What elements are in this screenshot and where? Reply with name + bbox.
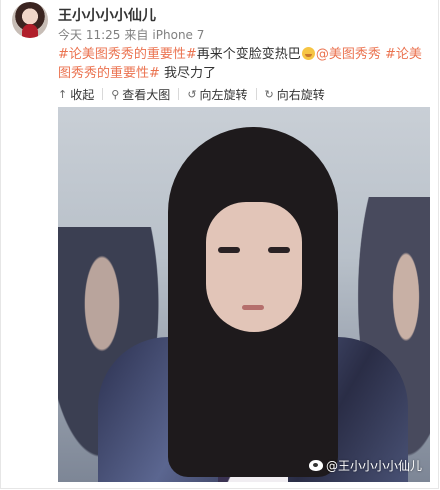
rotate-left-icon: ↺ [187,87,197,101]
face [206,202,302,332]
mention-link[interactable]: @美图秀秀 [316,47,381,62]
source-prefix: 来自 [124,28,149,42]
avatar[interactable] [12,2,48,38]
username[interactable]: 王小小小小仙儿 [58,5,156,25]
topic-link-1[interactable]: #论美图秀秀的重要性# [58,47,197,62]
post-meta: 今天 11:25 来自 iPhone 7 [58,26,208,43]
rotate-left-label: 向左旋转 [199,87,248,102]
rotate-right-icon: ↻ [264,87,274,101]
mouth [242,305,264,310]
collapse-button[interactable]: ↑ 收起 [58,86,94,103]
photo-watermark: @王小小小小仙儿 [308,457,422,474]
view-large-button[interactable]: ⚲ 查看大图 [111,86,170,103]
collapse-label: 收起 [70,87,95,102]
post-time[interactable]: 今天 11:25 [58,28,120,42]
right-eye [268,247,290,253]
view-large-label: 查看大图 [122,87,171,102]
toolbar-divider [102,88,104,100]
toolbar-divider [255,88,257,100]
post-text-part-1: 再来个变脸变热巴 [196,47,301,62]
left-eye [218,247,240,253]
watermark-text: @王小小小小仙儿 [325,459,422,473]
magnifier-icon: ⚲ [111,87,120,101]
up-arrow-icon: ↑ [58,87,68,101]
post-text-part-2: 我尽力了 [159,66,217,81]
rotate-right-label: 向右旋转 [276,87,325,102]
rotate-left-button[interactable]: ↺ 向左旋转 [187,86,247,103]
post-source[interactable]: iPhone 7 [152,28,204,42]
doge-emoji-icon [301,47,315,60]
toolbar-divider [178,88,180,100]
image-toolbar: ↑ 收起 ⚲ 查看大图 ↺ 向左旋转 ↻ 向右旋转 [58,84,333,104]
rotate-right-button[interactable]: ↻ 向右旋转 [265,86,325,103]
post-photo[interactable]: @王小小小小仙儿 [58,107,430,482]
post-text: #论美图秀秀的重要性#再来个变脸变热巴 @美图秀秀 #论美图秀秀的重要性# 我尽力… [58,45,430,83]
weibo-logo-icon [308,460,323,471]
